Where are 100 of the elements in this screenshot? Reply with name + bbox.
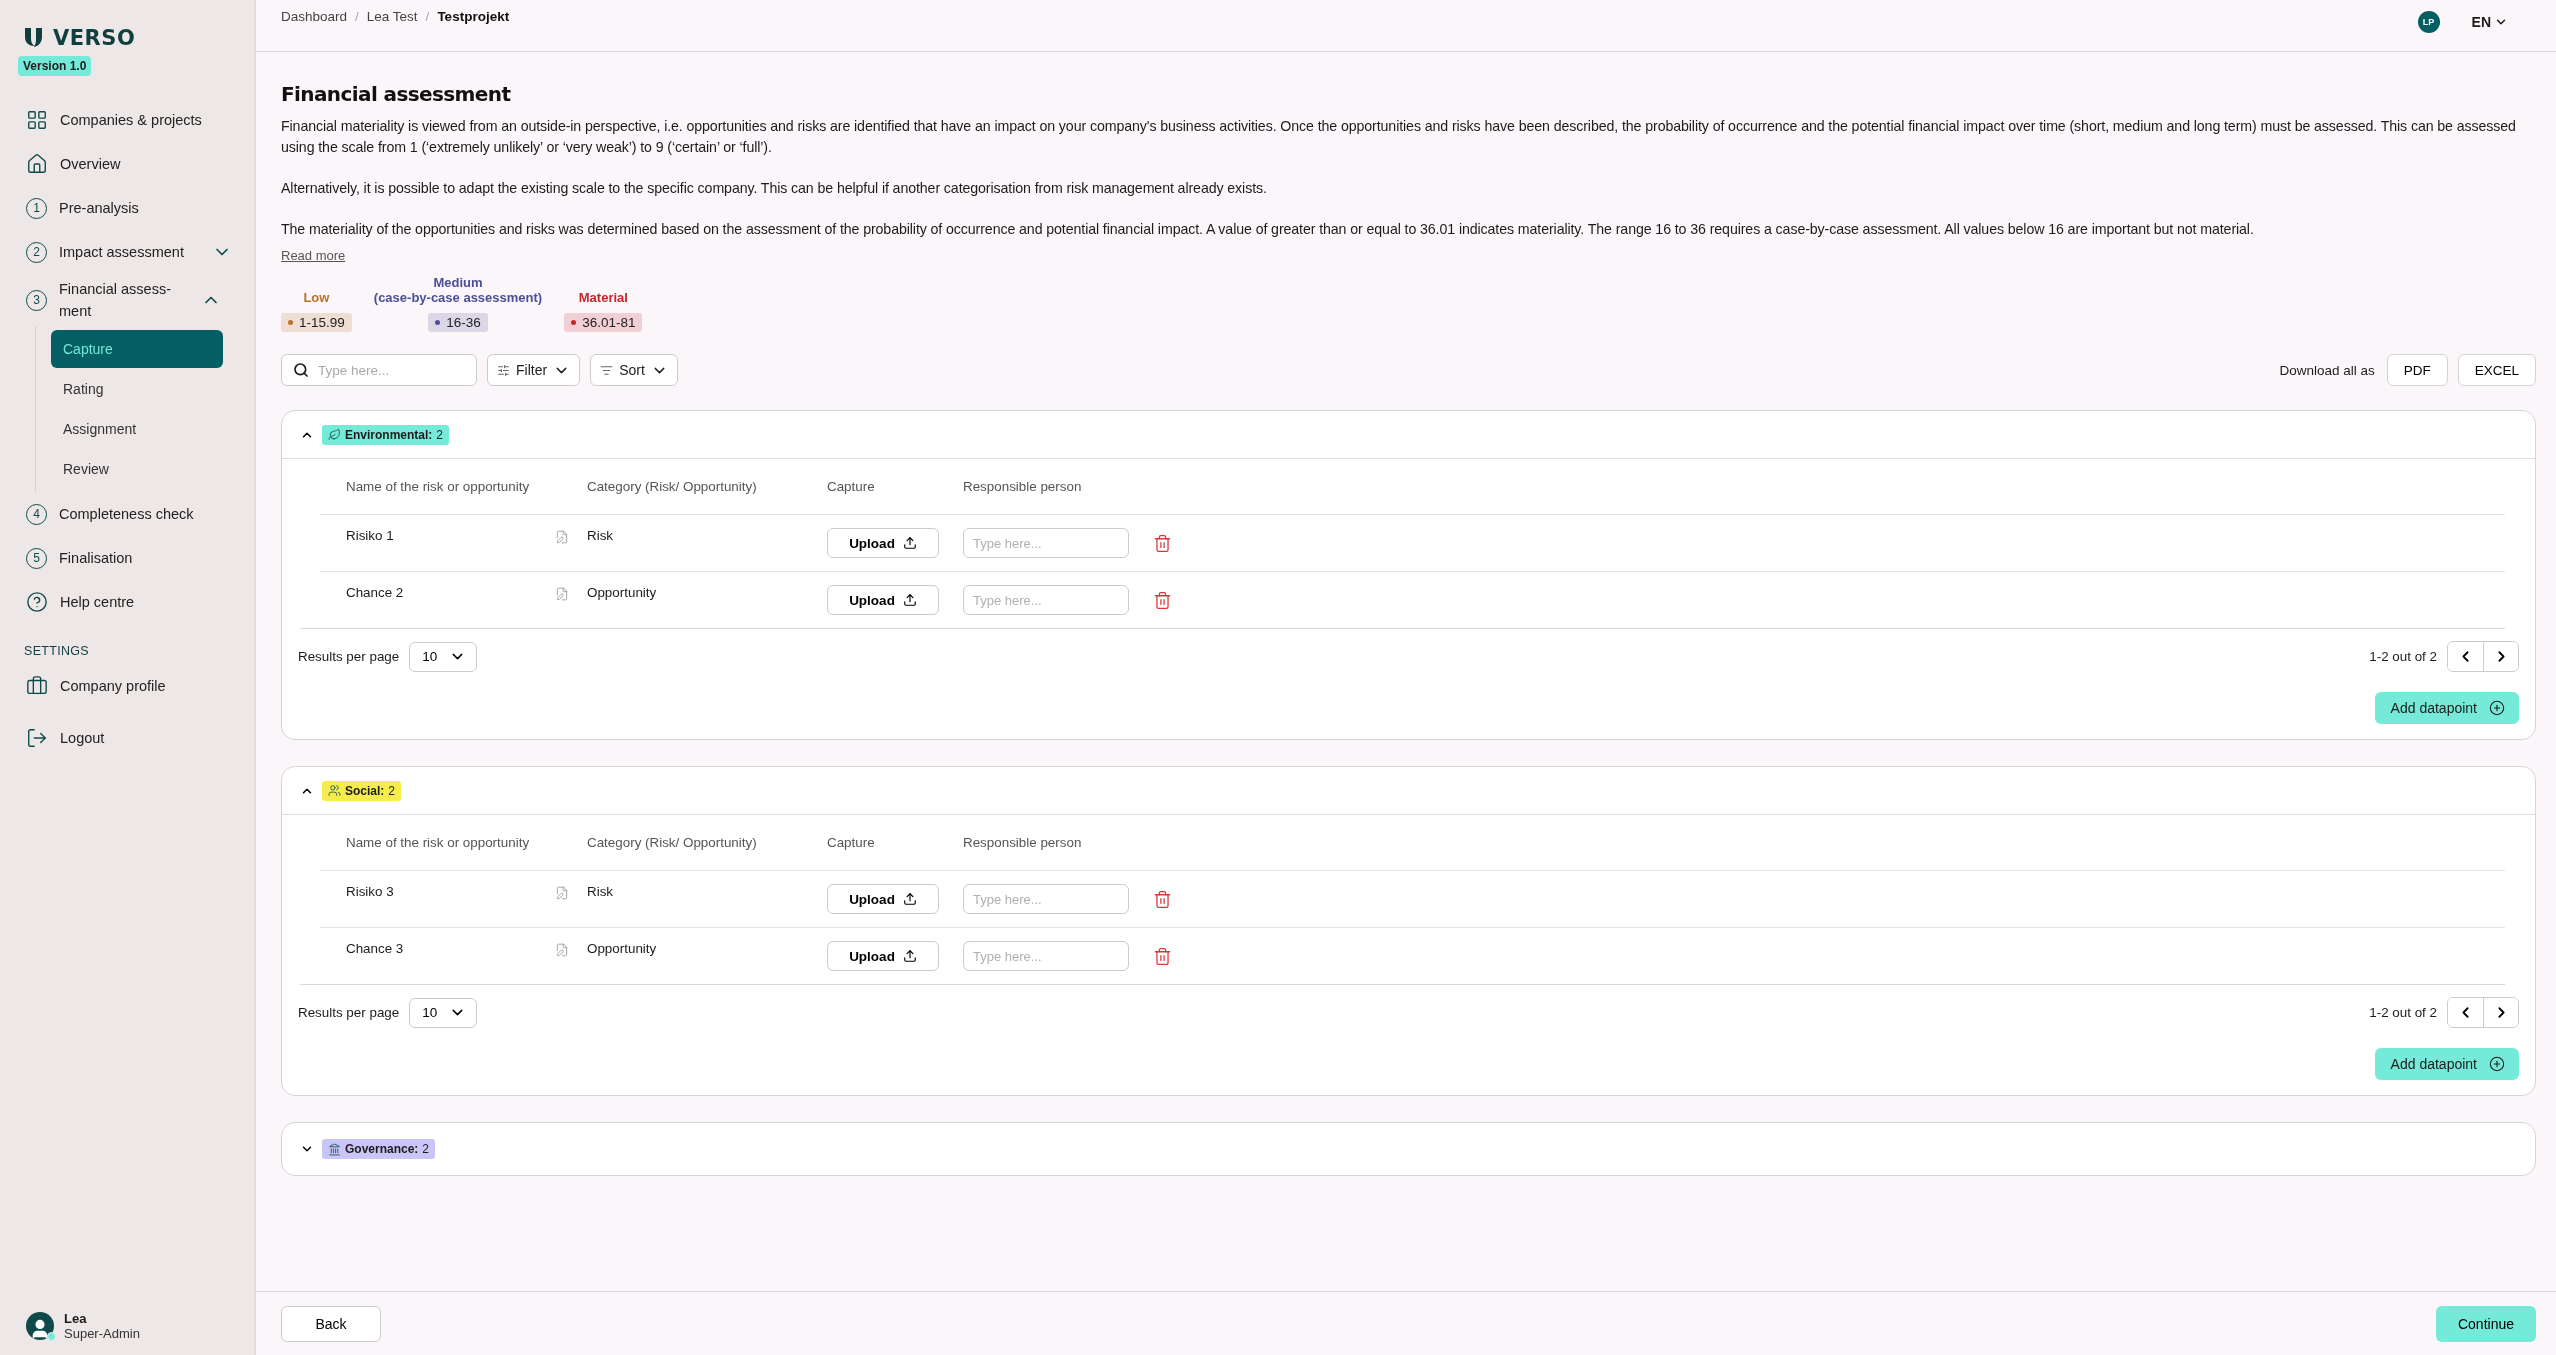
user-avatar[interactable]: LP [2417,10,2440,33]
delete-button[interactable] [1153,533,1172,553]
legend-label: Medium (case-by-case assessment) [373,275,543,305]
range-badge: 36.01-81 [564,313,643,332]
filter-button[interactable]: Filter [487,354,581,386]
sliders-icon [497,363,510,377]
category-count: 2 [388,783,396,798]
table-cell-text: Risiko 1 [346,528,395,543]
sort-button[interactable]: Sort [590,354,678,386]
nav-item[interactable]: Logout [18,716,238,760]
nav-subitem[interactable]: Assignment [51,410,223,448]
leaf-icon [328,428,341,441]
user-name: Lea [64,1311,88,1326]
logout-icon [26,727,48,749]
column-header: Capture [827,479,876,494]
edit-icon [555,530,569,544]
upload-button[interactable]: Upload [827,585,939,615]
nav-item[interactable]: 2 Impact assessment [18,230,238,274]
nav-subitem[interactable]: Capture [51,330,223,368]
results-per-page-label: Results per page [298,649,400,664]
nav-item[interactable]: Help centre [18,580,238,624]
column-header: Name of the risk or opportunity [346,835,531,850]
read-more-link[interactable]: Read more [281,248,346,263]
add-datapoint-button[interactable]: Add datapoint [2374,692,2519,724]
language-selector[interactable]: EN [2471,13,2508,30]
legend-label: Low [303,290,330,305]
breadcrumb-link[interactable]: Lea Test [366,9,418,24]
nav-subitem[interactable]: Review [51,450,223,488]
delete-button[interactable] [1153,590,1172,610]
next-page-button[interactable] [2483,642,2518,671]
input-field[interactable]: Type here... [963,884,1129,914]
upload-icon [902,949,917,963]
table-cell-text: Risk [587,528,615,543]
nav-item[interactable]: 1 Pre-analysis [18,186,238,230]
next-page-button[interactable] [2483,998,2518,1027]
upload-button[interactable]: Upload [827,884,939,914]
edit-icon [555,943,569,957]
input-field[interactable]: Type here... [963,528,1129,558]
download-button[interactable]: EXCEL [2457,354,2536,386]
upload-icon [902,892,917,906]
plus-circle-icon [2489,1056,2505,1072]
legend-label: Material [578,290,628,305]
nav-item[interactable]: 3 Financial assess-ment [18,274,238,326]
continue-button[interactable]: Continue [2436,1305,2536,1342]
nav-item[interactable]: Overview [18,142,238,186]
help-icon [26,591,48,613]
category-label: Environmental: [345,427,433,442]
description-paragraph: Financial materiality is viewed from an outside-in perspective, i.e. opportunities and risks are identified that have an impact on your company's business activities. Once the opportunities and risks have been described, the probability of occurrence and the potential financial impact over time (short, medium and long term) must be assessed. This can be assessed using the scale from 1 (‘extremely unlikely’ or ‘very weak’) to 9 (‘certain’ or ‘full’). [281,117,2517,157]
table-cell-text: Chance 2 [346,585,405,600]
download-button[interactable]: PDF [2386,354,2448,386]
nav-subitem[interactable]: Rating [51,370,223,408]
trash-icon [1153,946,1172,966]
search-field[interactable]: Type here... [281,354,477,386]
description-paragraph: Alternatively, it is possible to adapt the existing scale to the specific company. This can be helpful if another categorisation from risk management already exists. [281,179,1268,198]
back-button[interactable]: Back [281,1305,381,1342]
results-per-page-label: Results per page [298,1005,400,1020]
plus-circle-icon [2489,700,2505,716]
table-cell-text: Opportunity [587,941,658,956]
column-header: Responsible person [963,835,1083,850]
page-size-select[interactable]: 10 [409,641,478,672]
user-avatar [26,1312,54,1340]
page-range: 1-2 out of 2 [2369,1005,2437,1020]
input-field[interactable]: Type here... [963,585,1129,615]
upload-icon [902,593,917,607]
column-header: Capture [827,835,876,850]
range-badge: 16-36 [428,313,488,332]
table-cell-text: Risiko 3 [346,884,395,899]
logo-text: VERSO [53,26,136,50]
sort-icon [600,363,614,377]
nav-item[interactable]: 4 Completeness check [18,492,238,536]
column-header: Responsible person [963,479,1083,494]
nav-item[interactable]: Company profile [18,664,238,708]
delete-button[interactable] [1153,889,1172,909]
trash-icon [1153,889,1172,909]
page-size-select[interactable]: 10 [409,997,478,1028]
range-badge: 1-15.99 [281,313,352,332]
section-heading: SETTINGS [24,644,90,658]
column-header: Category (Risk/ Opportunity) [587,835,758,850]
column-header: Category (Risk/ Opportunity) [587,479,758,494]
page-range: 1-2 out of 2 [2369,649,2437,664]
breadcrumb-separator: / [355,9,359,24]
upload-button[interactable]: Upload [827,528,939,558]
table-cell-text: Risk [587,884,615,899]
column-header: Name of the risk or opportunity [346,479,531,494]
input-field[interactable]: Type here... [963,941,1129,971]
edit-icon [555,886,569,900]
breadcrumb-link[interactable]: Dashboard [281,9,348,24]
breadcrumb-link[interactable]: Testprojekt [437,9,510,24]
grid-icon [26,109,48,131]
nav-item[interactable]: Companies & projects [18,98,238,142]
user-role: Super-Admin [64,1326,140,1341]
add-datapoint-button[interactable]: Add datapoint [2374,1048,2519,1080]
briefcase-icon [26,675,48,697]
delete-button[interactable] [1153,946,1172,966]
upload-button[interactable]: Upload [827,941,939,971]
nav-item[interactable]: 5 Finalisation [18,536,238,580]
edit-icon [555,587,569,601]
home-icon [26,153,48,175]
category-count: 2 [422,1142,430,1156]
building-icon [328,1142,341,1156]
